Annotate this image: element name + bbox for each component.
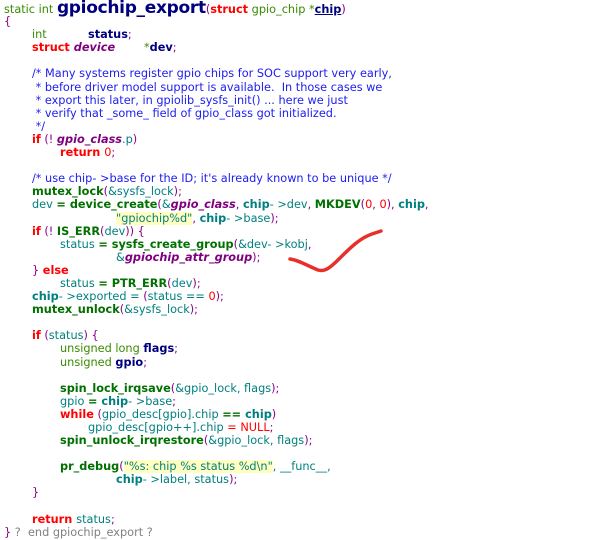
- annotation-stroke: [288, 229, 383, 273]
- red-checkmark-annotation: [288, 229, 383, 273]
